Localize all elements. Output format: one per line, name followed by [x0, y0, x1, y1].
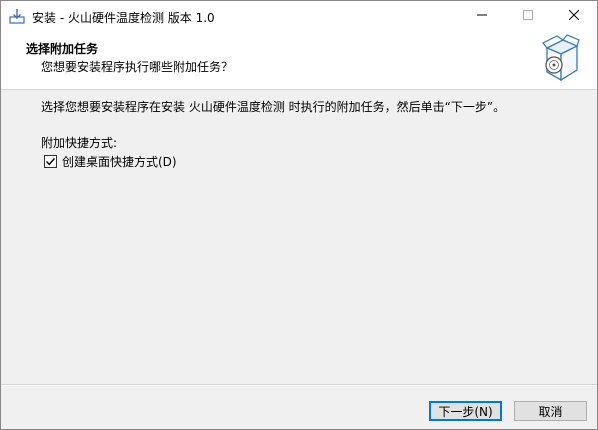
page-title: 选择附加任务 [26, 42, 99, 56]
footer-separator [1, 384, 597, 386]
checkmark-icon [46, 157, 56, 165]
desktop-shortcut-checkbox[interactable] [44, 154, 57, 168]
wizard-header: 选择附加任务 您想要安装程序执行哪些附加任务？ [1, 31, 597, 90]
maximize-icon [523, 9, 533, 23]
install-icon [9, 8, 25, 24]
page-subtitle: 您想要安装程序执行哪些附加任务？ [41, 60, 234, 74]
close-button[interactable] [551, 1, 597, 31]
shortcut-group-label: 附加快捷方式: [41, 136, 118, 150]
minimize-button[interactable] [459, 1, 505, 31]
maximize-button[interactable] [505, 1, 551, 31]
window-title: 安装 - 火山硬件温度检测 版本 1.0 [32, 11, 215, 25]
desktop-shortcut-label: 创建桌面快捷方式(D) [62, 154, 177, 169]
desktop-shortcut-option[interactable]: 创建桌面快捷方式(D) [44, 153, 177, 169]
next-button[interactable]: 下一步(N) [429, 401, 502, 421]
task-description: 选择您想要安装程序在安装 火山硬件温度检测 时执行的附加任务，然后单击“下一步”… [41, 100, 506, 114]
close-icon [568, 9, 580, 23]
cancel-button[interactable]: 取消 [514, 401, 587, 421]
installer-window: 安装 - 火山硬件温度检测 版本 1.0 选择附加任务 您想要安装程序执行哪些附… [0, 0, 598, 430]
title-bar: 安装 - 火山硬件温度检测 版本 1.0 [1, 1, 597, 31]
box-disc-icon [541, 34, 581, 84]
minimize-icon [477, 9, 487, 23]
